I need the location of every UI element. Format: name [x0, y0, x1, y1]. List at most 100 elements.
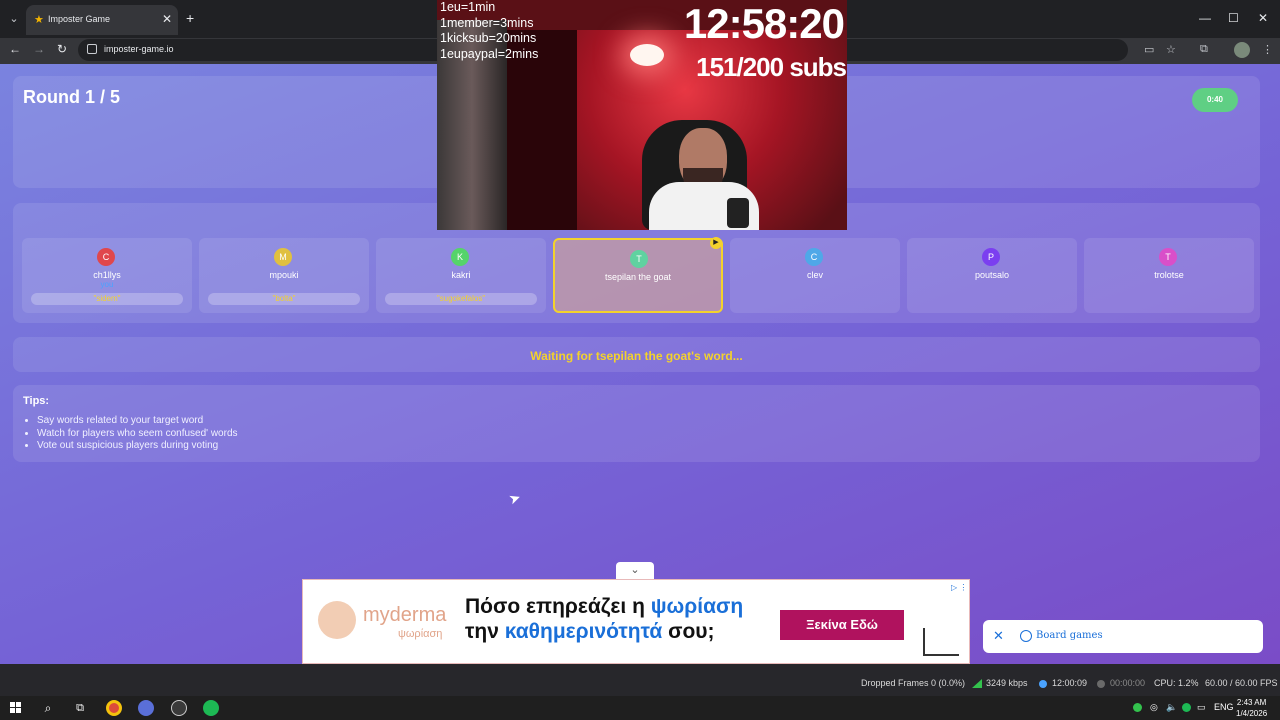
side-search-label[interactable]: Board games [1036, 630, 1103, 641]
tab-search-icon[interactable]: ⌄ [6, 11, 22, 27]
tips-list: Say words related to your target word Wa… [37, 415, 238, 453]
ad-banner[interactable]: myderma ψωρίαση Πόσο επηρεάζει η ψωρίαση… [302, 579, 970, 664]
maximize-icon[interactable]: ☐ [1228, 11, 1239, 25]
ad-headline-2: την καθημερινότητά σου; [465, 620, 715, 643]
forward-icon[interactable]: → [33, 42, 45, 56]
chevron-down-icon[interactable]: ⌄ [616, 562, 654, 579]
close-tab-icon[interactable]: ✕ [162, 12, 172, 26]
player-word: "sugokefalos" [385, 293, 537, 305]
player-name: clev [806, 270, 823, 280]
player-avatar: T [630, 250, 648, 268]
player-name: kakri [451, 270, 471, 280]
player-avatar: P [982, 248, 1000, 266]
mouse-cursor-icon: ➤ [506, 488, 523, 508]
bookmark-star-icon[interactable]: ☆ [1166, 43, 1176, 56]
camera-off-icon[interactable]: ▭ [1144, 43, 1154, 56]
network-icon[interactable]: ▭ [1197, 702, 1206, 713]
close-window-icon[interactable]: ✕ [1258, 11, 1268, 25]
stream-icon [1039, 680, 1047, 688]
back-icon[interactable]: ← [9, 42, 21, 56]
status-tray-icon[interactable] [1133, 703, 1142, 712]
tip-item: Vote out suspicious players during votin… [37, 440, 238, 453]
reload-icon[interactable]: ↻ [57, 42, 67, 56]
player-card[interactable]: Ttsepilan the goat ▶ [553, 237, 723, 313]
tip-item: Say words related to your target word [37, 415, 238, 428]
player-avatar: C [97, 248, 115, 266]
record-icon [1097, 680, 1105, 688]
chrome-icon[interactable] [106, 700, 122, 716]
fps: 60.00 / 60.00 FPS [1205, 678, 1278, 688]
player-name: poutsalo [974, 270, 1010, 280]
task-view-icon[interactable]: ⧉ [72, 700, 88, 716]
current-turn-icon: ▶ [710, 237, 722, 249]
ad-logo-icon [318, 601, 356, 639]
search-icon[interactable]: ⌕ [40, 700, 56, 716]
player-name: ch1llys [93, 270, 121, 280]
tip-item: Watch for players who seem confused' wor… [37, 428, 238, 441]
donation-line: 1kicksub=20mins [440, 31, 537, 45]
close-icon[interactable]: ✕ [993, 628, 1004, 644]
player-card[interactable]: Cch1llys you "sidem" [22, 238, 192, 313]
player-word: "bolta" [208, 293, 360, 305]
donation-line: 1member=3mins [440, 15, 534, 30]
signal-icon [972, 679, 982, 688]
new-tab-icon[interactable]: + [186, 10, 194, 26]
minimize-icon[interactable]: — [1199, 11, 1211, 25]
player-card[interactable]: Kkakri "sugokefalos" [376, 238, 546, 313]
player-name: tsepilan the goat [604, 272, 672, 282]
tips-panel: Tips: Say words related to your target w… [13, 385, 1260, 462]
lamp [630, 44, 664, 66]
player-avatar: C [805, 248, 823, 266]
tray-icon[interactable]: ◎ [1150, 702, 1158, 713]
phone [727, 198, 749, 228]
donation-info: 1eu=1min 1member=3mins 1kicksub=20mins 1… [440, 0, 538, 62]
volume-icon[interactable]: 🔈 [1166, 702, 1177, 713]
menu-icon[interactable]: ⋮ [1262, 43, 1273, 56]
player-card[interactable]: Ppoutsalo [907, 238, 1077, 313]
subathon-timer: 12:58:20 [683, 0, 845, 47]
donation-line: 1eu=1min [440, 0, 496, 14]
player-card[interactable]: Cclev [730, 238, 900, 313]
windows-start-icon[interactable] [10, 702, 22, 714]
record-time: 00:00:00 [1110, 678, 1146, 688]
waiting-status: Waiting for tsepilan the goat's word... [530, 349, 743, 363]
obs-status-bar: Dropped Frames 0 (0.0%) 3249 kbps 12:00:… [0, 664, 1280, 696]
player-name: mpouki [269, 270, 299, 280]
player-name: trolotse [1154, 270, 1184, 280]
ad-logo-corner-icon [923, 628, 959, 656]
site-info-icon[interactable] [87, 44, 97, 54]
ad-cta-button[interactable]: Ξεκίνα Εδώ [780, 610, 904, 640]
player-card[interactable]: Ttrolotse [1084, 238, 1254, 313]
search-icon [1020, 630, 1032, 642]
player-avatar: T [1159, 248, 1177, 266]
ad-headline-1: Πόσο επηρεάζει η ψωρίαση [465, 595, 744, 618]
tips-title: Tips: [23, 395, 50, 407]
player-avatar: M [274, 248, 292, 266]
chrome-profile-icon[interactable] [138, 700, 154, 716]
clock-date: 1/4/2026 [1236, 709, 1268, 718]
cpu-usage: CPU: 1.2% [1154, 678, 1199, 688]
donation-line: 1eupaypal=2mins [440, 46, 539, 61]
favicon-icon: ★ [34, 14, 44, 26]
player-card[interactable]: Mmpouki "bolta" [199, 238, 369, 313]
you-badge: you [100, 280, 114, 289]
tab-title: Imposter Game [48, 14, 111, 24]
spotify-icon[interactable] [203, 700, 219, 716]
side-search-panel[interactable]: ✕ Board games [983, 620, 1263, 653]
round-title: Round 1 / 5 [23, 87, 121, 107]
browser-tab[interactable]: ★ Imposter Game ✕ [26, 5, 178, 35]
extensions-icon[interactable]: ⧉ [1200, 43, 1208, 56]
taskbar: ⌕ ⧉ ◎ 🔈 ▭ ENG 2:43 AM 1/4/2026 [0, 696, 1280, 720]
profile-avatar[interactable] [1234, 42, 1250, 58]
language-indicator[interactable]: ENG [1214, 702, 1234, 712]
bitrate: 3249 kbps [986, 678, 1028, 688]
url-text[interactable]: imposter-game.io [104, 44, 174, 54]
stream-time: 12:00:09 [1052, 678, 1088, 688]
sub-counter: 151/200 subs [696, 52, 847, 82]
ad-choices-icon[interactable]: ▷ ⋮ [951, 583, 967, 592]
obs-icon[interactable] [171, 700, 187, 716]
clock[interactable]: 2:43 AM 1/4/2026 [1236, 697, 1267, 719]
ad-brand: myderma [363, 604, 447, 626]
webcam-overlay: 1eu=1min 1member=3mins 1kicksub=20mins 1… [437, 0, 847, 230]
spotify-tray-icon[interactable] [1182, 703, 1191, 712]
